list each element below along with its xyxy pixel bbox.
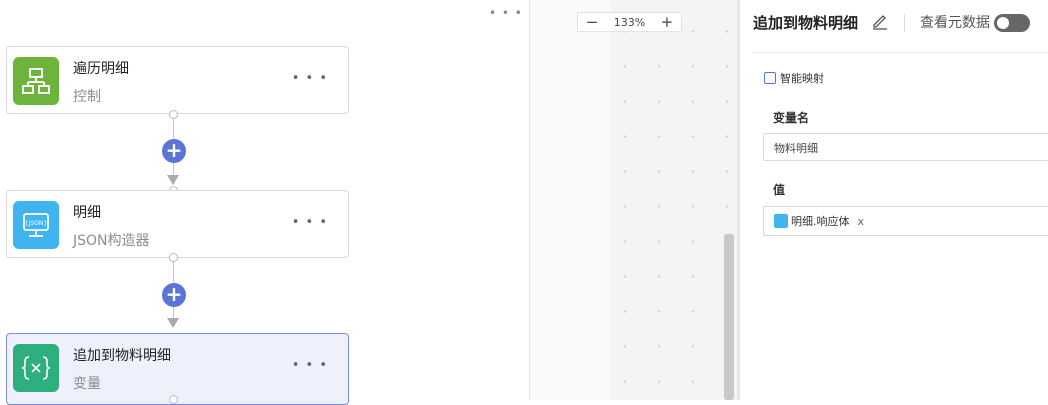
json-monitor-icon: {JSON} [13, 201, 59, 249]
arrow-down-icon [167, 318, 179, 328]
smart-mapping-button[interactable]: 智能映射 [764, 70, 824, 86]
zoom-control: − 133% + [577, 12, 682, 32]
json-chip-icon [774, 214, 788, 228]
flow-more-icon[interactable]: • • • [489, 6, 523, 20]
variable-name-field[interactable]: 物料明细 [763, 133, 1048, 161]
view-metadata-label: 查看元数据 [920, 15, 990, 31]
node-more-icon[interactable]: • • • [292, 215, 328, 230]
toggle-knob [997, 17, 1009, 29]
node-subtitle: 控制 [73, 89, 101, 105]
node-subtitle: 变量 [73, 376, 101, 392]
value-label: 值 [773, 183, 786, 197]
arrow-down-icon [167, 175, 179, 185]
node-more-icon[interactable]: • • • [292, 358, 328, 373]
variable-name-label: 变量名 [773, 111, 810, 125]
panel-title: 追加到物料明细 [753, 14, 859, 32]
value-field[interactable]: 明细.响应体 x [763, 206, 1048, 236]
add-step-button[interactable]: + [162, 283, 186, 307]
flowchart-icon [13, 57, 59, 105]
canvas-gutter [530, 0, 610, 400]
output-port[interactable] [169, 253, 178, 262]
smart-mapping-label: 智能映射 [780, 72, 824, 85]
node-title: 遍历明细 [73, 61, 129, 77]
flow-node-append-variable[interactable]: 追加到物料明细 变量 • • • [6, 333, 349, 405]
svg-text:{JSON}: {JSON} [25, 220, 48, 227]
connector-line [173, 163, 174, 175]
value-chip-label: 明细.响应体 [791, 215, 850, 228]
zoom-out-button[interactable]: − [586, 13, 599, 31]
edit-pencil-icon[interactable] [871, 12, 889, 34]
zoom-level: 133% [613, 15, 646, 29]
header-divider [904, 14, 905, 32]
chip-remove-button[interactable]: x [858, 215, 865, 228]
variable-braces-icon [13, 344, 59, 392]
property-panel: 追加到物料明细 查看元数据 智能映射 变量名 物料明细 值 明细.响应体 x [740, 0, 1048, 400]
add-step-button[interactable]: + [162, 139, 186, 163]
zoom-in-button[interactable]: + [661, 13, 674, 31]
node-subtitle: JSON构造器 [73, 233, 150, 249]
output-port[interactable] [169, 110, 178, 119]
smart-mapping-icon [764, 72, 776, 84]
node-more-icon[interactable]: • • • [292, 71, 328, 86]
node-title: 追加到物料明细 [73, 348, 171, 364]
header-underline [753, 52, 1048, 53]
variable-name-value: 物料明细 [774, 142, 818, 155]
vertical-scrollbar[interactable] [724, 234, 734, 400]
flow-node-detail[interactable]: {JSON} 明细 JSON构造器 • • • [6, 190, 349, 258]
metadata-toggle[interactable] [994, 14, 1030, 32]
value-chip: 明细.响应体 x [774, 213, 864, 229]
connector-line [173, 119, 174, 139]
connector-line [173, 262, 174, 283]
connector-line [173, 307, 174, 318]
node-title: 明细 [73, 205, 101, 221]
flow-canvas: • • • 遍历明细 控制 • • • + {JSON} 明细 JSON构造器 … [0, 0, 530, 405]
flow-node-traverse[interactable]: 遍历明细 控制 • • • [6, 46, 349, 114]
